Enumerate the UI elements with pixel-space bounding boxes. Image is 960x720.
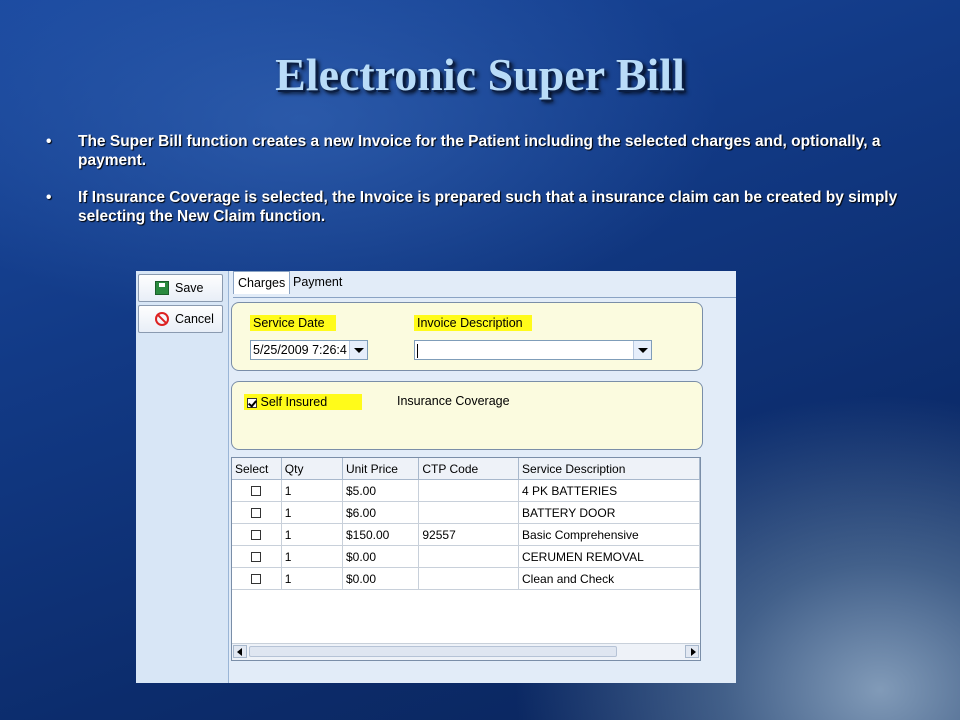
bullet-list: • The Super Bill function creates a new I… [44, 132, 914, 244]
horizontal-scrollbar[interactable] [232, 643, 700, 660]
action-sidebar: Save Cancel [136, 271, 229, 683]
ctp-code-cell[interactable] [418, 479, 520, 502]
tab-payment[interactable]: Payment [289, 271, 346, 293]
service-date-combo[interactable]: 5/25/2009 7:26:4 [250, 340, 368, 360]
invoice-description-label: Invoice Description [414, 315, 532, 331]
self-insured-checkbox[interactable] [247, 397, 257, 408]
column-header-service-description[interactable]: Service Description [518, 458, 700, 480]
slide-title: Electronic Super Bill [275, 49, 685, 100]
self-insured-label: Self Insured [260, 395, 328, 409]
service-date-value: 5/25/2009 7:26:4 [253, 343, 347, 357]
column-header-unit-price[interactable]: Unit Price [342, 458, 420, 480]
table-row[interactable]: 1 $5.00 4 PK BATTERIES [232, 479, 700, 502]
text-cursor [417, 343, 418, 358]
ctp-code-cell[interactable] [418, 567, 520, 590]
unit-price-cell[interactable]: $0.00 [342, 567, 420, 590]
select-checkbox[interactable] [251, 530, 262, 541]
ctp-code-cell[interactable] [418, 545, 520, 568]
ctp-code-cell[interactable]: 92557 [418, 523, 520, 546]
service-description-cell[interactable]: Basic Comprehensive [518, 523, 700, 546]
ctp-code-cell[interactable] [418, 501, 520, 524]
chevron-down-icon[interactable] [633, 341, 651, 359]
charges-grid: Select Qty Unit Price CTP Code Service D… [231, 457, 701, 661]
select-cell[interactable] [232, 501, 282, 524]
bullet-dot: • [46, 133, 52, 150]
bullet-text: If Insurance Coverage is selected, the I… [78, 189, 898, 225]
invoice-description-combo[interactable] [414, 340, 652, 360]
service-panel: Service Date Invoice Description 5/25/20… [231, 302, 703, 371]
select-checkbox[interactable] [251, 552, 262, 563]
column-header-ctp-code[interactable]: CTP Code [418, 458, 520, 480]
qty-cell[interactable]: 1 [281, 567, 343, 590]
table-header-row: Select Qty Unit Price CTP Code Service D… [232, 458, 700, 480]
cancel-label: Cancel [175, 312, 214, 326]
qty-cell[interactable]: 1 [281, 523, 343, 546]
chevron-down-icon[interactable] [349, 341, 367, 359]
coverage-panel: Self Insured Insurance Coverage [231, 381, 703, 450]
select-checkbox[interactable] [251, 574, 262, 585]
table-row[interactable]: 1 $6.00 BATTERY DOOR [232, 501, 700, 524]
service-description-cell[interactable]: 4 PK BATTERIES [518, 479, 700, 502]
service-description-cell[interactable]: CERUMEN REMOVAL [518, 545, 700, 568]
select-cell[interactable] [232, 545, 282, 568]
cancel-button[interactable]: Cancel [138, 305, 223, 333]
scrollbar-thumb[interactable] [249, 646, 617, 657]
service-description-cell[interactable]: BATTERY DOOR [518, 501, 700, 524]
table-row[interactable]: 1 $0.00 CERUMEN REMOVAL [232, 545, 700, 568]
qty-cell[interactable]: 1 [281, 501, 343, 524]
qty-cell[interactable]: 1 [281, 545, 343, 568]
select-checkbox[interactable] [251, 486, 262, 497]
column-header-select[interactable]: Select [232, 458, 282, 480]
select-checkbox[interactable] [251, 508, 262, 519]
unit-price-cell[interactable]: $0.00 [342, 545, 420, 568]
service-description-cell[interactable]: Clean and Check [518, 567, 700, 590]
qty-cell[interactable]: 1 [281, 479, 343, 502]
unit-price-cell[interactable]: $150.00 [342, 523, 420, 546]
super-bill-window: Save Cancel Charges Payment Service Date… [136, 271, 736, 683]
service-date-label: Service Date [250, 315, 336, 331]
bullet-dot: • [46, 189, 52, 206]
select-cell[interactable] [232, 567, 282, 590]
main-panel: Charges Payment Service Date Invoice Des… [229, 271, 736, 683]
bullet-text: The Super Bill function creates a new In… [78, 133, 881, 169]
save-label: Save [175, 281, 204, 295]
column-header-qty[interactable]: Qty [281, 458, 343, 480]
tab-charges[interactable]: Charges [233, 271, 291, 294]
save-button[interactable]: Save [138, 274, 223, 302]
unit-price-cell[interactable]: $5.00 [342, 479, 420, 502]
select-cell[interactable] [232, 523, 282, 546]
floppy-disk-icon [155, 281, 169, 295]
insurance-coverage-label: Insurance Coverage [397, 394, 510, 408]
tab-divider [233, 297, 736, 298]
table-row[interactable]: 1 $0.00 Clean and Check [232, 567, 700, 590]
bullet-item: • If Insurance Coverage is selected, the … [44, 188, 914, 226]
charges-table: Select Qty Unit Price CTP Code Service D… [232, 458, 700, 590]
bullet-item: • The Super Bill function creates a new I… [44, 132, 914, 170]
cancel-icon [155, 312, 169, 326]
select-cell[interactable] [232, 479, 282, 502]
table-row[interactable]: 1 $150.00 92557 Basic Comprehensive [232, 523, 700, 546]
scroll-left-icon[interactable] [233, 645, 247, 658]
scroll-right-icon[interactable] [685, 645, 699, 658]
self-insured-option[interactable]: Self Insured [244, 394, 362, 410]
unit-price-cell[interactable]: $6.00 [342, 501, 420, 524]
